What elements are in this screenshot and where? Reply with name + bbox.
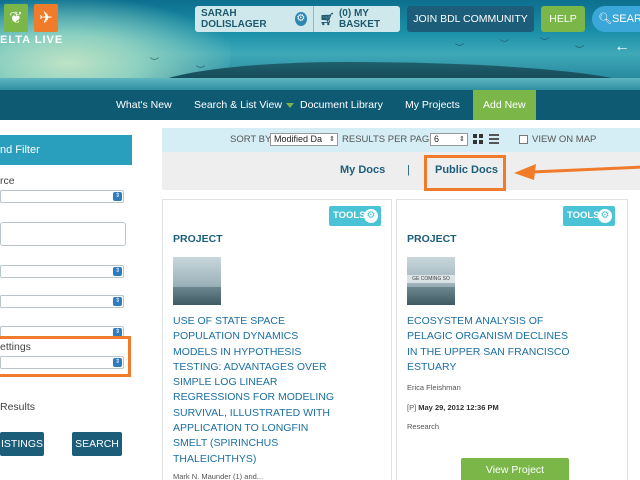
card-category: Research [407,422,440,431]
list-view-icon[interactable] [489,134,499,144]
document-thumbnail[interactable] [173,257,221,305]
gear-icon[interactable]: ⚙ [294,12,307,26]
sort-by-select[interactable]: Modified Da ⇕ [270,133,338,146]
title-line: USE OF STATE SPACE [173,315,286,327]
caret-down-icon [285,102,294,108]
title-line: ESTUARY [407,360,457,373]
leaf-logo-icon: ❦ [4,4,28,32]
document-card: TOOLS ⚙ PROJECT USE OF STATE SPACE POPUL… [162,199,392,480]
filter-select-1[interactable]: ⇕ [0,265,124,278]
pointer-arrow-icon [514,164,640,180]
nav-item-my-projects[interactable]: My Projects [405,90,460,120]
main-nav: What's New Search & List View Document L… [0,90,640,120]
basket-label: (0) MY BASKET [338,8,381,30]
sort-by-label: SORT BY [230,134,272,145]
site-logo[interactable]: ❦ ✈ ELTA LIVE [0,4,64,46]
card-author: Erica Fleishman [407,383,461,392]
top-search-label: SEAR [611,13,640,25]
back-arrow-icon[interactable]: ← [614,38,630,56]
nav-item-document-library[interactable]: Document Library [300,90,383,120]
card-date: [P] May 29, 2012 12:36 PM [407,403,499,412]
select-arrows-icon: ⇕ [329,136,335,143]
title-line: IN THE UPPER SAN FRANCISCO [407,345,570,358]
card-title-link[interactable]: USE OF STATE SPACE POPULATION DYNAMICS M… [173,314,334,467]
title-line: ECOSYSTEM ANALYSIS OF [407,315,544,327]
user-name-link[interactable]: SARAH DOLISLAGER [195,8,291,30]
title-line: APPLICATION TO LONGFIN [173,422,309,435]
bird-logo-icon: ✈ [34,4,58,32]
bird-icon: ︶ [150,57,160,67]
header-banner: ︶ ︶ ︶ ︶ ︶ ︶ ❦ ✈ ELTA LIVE SARAH DOLISLAG… [0,0,640,90]
filter-select-2[interactable]: ⇕ [0,295,124,308]
card-author: Mark N. Maunder (1) and... [173,472,264,480]
title-line: REGRESSIONS FOR MODELING [173,391,335,404]
grid-view-icon[interactable] [473,134,483,144]
tools-button[interactable]: TOOLS ⚙ [563,206,615,226]
highlight-box-public-docs [424,155,506,191]
title-line: SURVIVAL, ILLUSTRATED WITH [173,406,330,419]
help-button[interactable]: HELP [541,6,585,32]
title-line: SMELT (SPIRINCHUS [173,437,279,450]
results-label: Results [0,401,36,413]
card-type-label: PROJECT [173,233,223,245]
join-community-button[interactable]: JOIN BDL COMMUNITY [407,6,534,32]
bird-icon: ︶ [575,45,585,55]
search-button[interactable]: SEARCH [72,432,122,456]
source-select[interactable]: ⇕ [0,190,124,203]
select-arrows-icon: ⇕ [459,136,465,143]
gear-icon: ⚙ [364,209,378,223]
select-arrows-icon: ⇕ [113,297,122,306]
nav-item-add-new[interactable]: Add New [473,90,536,120]
results-per-page-value: 6 [434,134,440,144]
divider [312,6,314,32]
bird-icon: ︶ [500,39,510,49]
search-icon: 🔍︎ [598,13,612,25]
basket-link[interactable]: 🛒︎ (0) MY BASKET [320,8,400,30]
filter-panel-title: nd Filter [0,135,132,165]
card-title-link[interactable]: ECOSYSTEM ANALYSIS OF PELAGIC ORGANISM D… [407,314,570,375]
results-per-page-select[interactable]: 6 ⇕ [430,133,468,146]
logo-text: ELTA LIVE [0,34,64,46]
highlight-box-settings [0,336,131,377]
bird-icon: ︶ [455,43,465,53]
card-status: [P] [407,403,417,412]
gear-icon: ⚙ [598,209,612,223]
card-date-value: May 29, 2012 12:36 PM [418,403,499,412]
bird-icon: ︶ [540,37,550,47]
title-line: TESTING: ADVANTAGES OVER [173,360,327,373]
listings-button[interactable]: ISTINGS [0,432,44,456]
sort-bar: SORT BY Modified Da ⇕ RESULTS PER PAGE 6 ⇕… [162,128,640,152]
nav-item-search-list-view[interactable]: Search & List View [194,90,294,120]
title-line: MODELS IN HYPOTHESIS [173,345,302,358]
thumbnail-caption: GE COMING SO [407,275,455,283]
user-basket-bar: SARAH DOLISLAGER ⚙ 🛒︎ (0) MY BASKET [195,6,400,32]
source-label: rce [0,175,15,187]
view-on-map-label: VIEW ON MAP [532,134,597,145]
select-arrows-icon: ⇕ [113,192,122,201]
tools-button[interactable]: TOOLS ⚙ [329,206,381,226]
view-on-map-checkbox[interactable] [519,135,528,144]
tab-separator: | [407,164,410,176]
sort-by-value: Modified Da [274,134,323,144]
banner-water [0,78,640,90]
tools-label: TOOLS [333,210,366,221]
view-project-button[interactable]: View Project [461,458,569,480]
cart-icon: 🛒︎ [319,12,335,26]
keyword-input[interactable] [0,222,126,246]
nav-item-label: Search & List View [194,99,282,111]
tools-label: TOOLS [567,210,600,221]
card-type-label: PROJECT [407,233,457,245]
top-search-button[interactable]: 🔍︎SEAR [592,6,640,32]
tab-my-docs[interactable]: My Docs [340,164,385,176]
title-line: THALEICHTHYS) [173,452,257,465]
document-card: TOOLS ⚙ PROJECT GE COMING SO ECOSYSTEM A… [396,199,628,480]
document-thumbnail[interactable]: GE COMING SO [407,257,455,305]
title-line: POPULATION DYNAMICS [173,330,299,343]
title-line: PELAGIC ORGANISM DECLINES [407,330,569,343]
nav-item-whats-new[interactable]: What's New [116,90,172,120]
title-line: SIMPLE LOG LINEAR [173,376,278,389]
results-per-page-label: RESULTS PER PAGE [342,134,436,145]
bird-icon: ︶ [196,65,206,75]
select-arrows-icon: ⇕ [113,267,122,276]
